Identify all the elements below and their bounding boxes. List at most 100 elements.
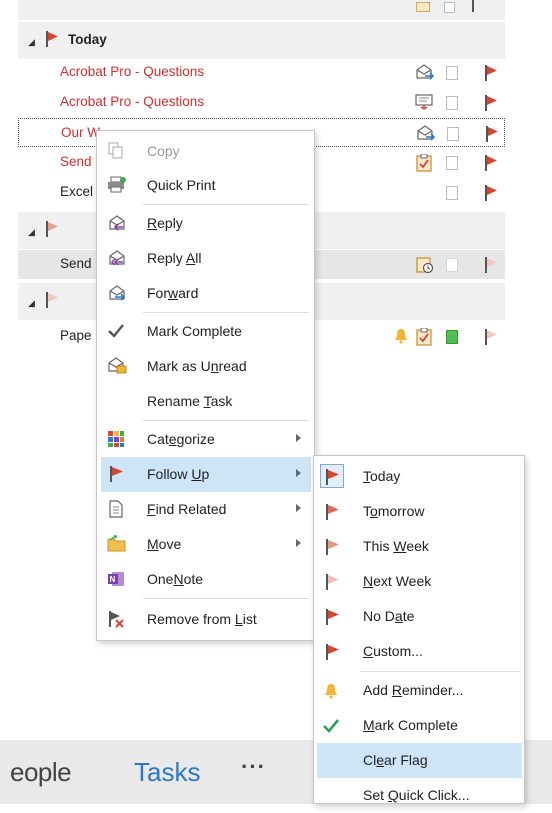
menu-item-copy[interactable]: Copy <box>101 134 311 169</box>
menu-item-forward[interactable]: Forward <box>101 276 311 311</box>
submenu-item-add-reminder[interactable]: Add Reminder... <box>317 673 522 708</box>
flag-icon[interactable] <box>485 185 497 204</box>
flag-icon <box>322 608 340 626</box>
submenu-item-next-week[interactable]: Next Week <box>317 564 522 599</box>
menu-item-move[interactable]: Move <box>101 527 311 562</box>
follow-up-submenu: Today Tomorrow This Week Next Week No Da… <box>313 455 525 804</box>
submenu-item-today[interactable]: Today <box>317 459 522 494</box>
flag-icon[interactable] <box>485 257 497 276</box>
category-box[interactable] <box>446 330 458 344</box>
menu-item-reply[interactable]: Reply <box>101 206 311 241</box>
menu-label: Remove from List <box>147 611 257 627</box>
submenu-label: No Date <box>363 608 415 624</box>
flag-icon <box>46 31 58 50</box>
submenu-item-no-date[interactable]: No Date <box>317 599 522 634</box>
task-icon <box>415 94 435 113</box>
menu-bottom-pad <box>101 600 311 601</box>
menu-separator <box>143 420 309 421</box>
flag-icon[interactable] <box>485 95 497 114</box>
flag-icon <box>46 292 58 311</box>
menu-label: Forward <box>147 285 199 301</box>
check-icon <box>107 322 125 340</box>
reply-icon <box>415 64 435 83</box>
submenu-arrow-icon <box>296 469 301 477</box>
flag-icon[interactable] <box>472 0 474 12</box>
submenu-label: Mark Complete <box>363 717 458 733</box>
flag-icon[interactable] <box>485 65 497 84</box>
flag-icon <box>322 643 340 661</box>
submenu-label: Next Week <box>363 573 432 589</box>
submenu-item-set-quick-click[interactable]: Set Quick Click... <box>317 778 522 813</box>
forward-icon <box>107 284 126 302</box>
menu-label: Mark Complete <box>147 323 242 339</box>
menu-label: Quick Print <box>147 177 216 193</box>
check-icon <box>322 717 340 735</box>
menu-label: OneNote <box>147 571 204 587</box>
task-icon <box>415 327 435 349</box>
submenu-label: Custom... <box>363 643 423 659</box>
flag-icon[interactable] <box>485 329 497 348</box>
task-subject: Acrobat Pro - Questions <box>60 64 205 79</box>
flag-icon <box>46 221 58 240</box>
task-subject: Send <box>60 256 92 271</box>
menu-item-remove-from-list[interactable]: Remove from List <box>101 602 311 637</box>
menu-item-reply-all[interactable]: Reply All <box>101 241 311 276</box>
onenote-icon: N <box>107 570 125 588</box>
menu-item-follow-up[interactable]: Follow Up <box>101 457 311 492</box>
category-box[interactable] <box>446 186 458 200</box>
group-header-today[interactable]: ◢ Today <box>18 22 505 59</box>
nav-people[interactable]: eople <box>10 757 72 788</box>
task-icon <box>415 256 435 277</box>
menu-label: Mark as Unread <box>147 358 247 374</box>
task-icon <box>416 2 430 12</box>
flag-icon <box>322 468 340 486</box>
submenu-arrow-icon <box>296 539 301 547</box>
copy-icon <box>107 142 125 160</box>
category-box[interactable] <box>444 2 455 13</box>
menu-label: Move <box>147 536 182 552</box>
menu-item-quick-print[interactable]: Quick Print <box>101 168 311 203</box>
flag-icon <box>322 503 340 521</box>
submenu-arrow-icon <box>296 504 301 512</box>
submenu-item-mark-complete[interactable]: Mark Complete <box>317 708 522 743</box>
bell-icon <box>394 328 408 347</box>
menu-item-find-related[interactable]: Find Related <box>101 492 311 527</box>
flag-icon[interactable] <box>486 126 498 145</box>
svg-text:N: N <box>110 575 116 584</box>
menu-label: Copy <box>147 143 180 159</box>
submenu-item-tomorrow[interactable]: Tomorrow <box>317 494 522 529</box>
table-row[interactable]: Acrobat Pro - Questions <box>18 88 505 117</box>
collapse-triangle-icon[interactable]: ◢ <box>28 227 35 238</box>
flag-icon[interactable] <box>485 155 497 174</box>
nav-more-button[interactable]: ··· <box>241 754 266 780</box>
menu-label: Categorize <box>147 431 215 447</box>
remove-icon <box>107 610 125 628</box>
category-box[interactable] <box>446 96 458 110</box>
collapse-triangle-icon[interactable]: ◢ <box>28 298 35 309</box>
task-subject: Acrobat Pro - Questions <box>60 94 205 109</box>
table-row[interactable]: Acrobat Pro - Questions <box>18 58 505 87</box>
group-header-previous <box>18 0 505 20</box>
menu-item-categorize[interactable]: Categorize <box>101 422 311 457</box>
group-label: Today <box>68 32 107 47</box>
submenu-item-custom[interactable]: Custom... <box>317 634 522 669</box>
collapse-triangle-icon[interactable]: ◢ <box>28 37 35 48</box>
menu-label: Follow Up <box>147 466 210 482</box>
task-subject: Our W <box>61 125 100 140</box>
task-subject: Excel <box>60 184 94 199</box>
menu-separator <box>143 598 309 599</box>
category-box[interactable] <box>446 156 458 170</box>
menu-separator <box>143 312 309 313</box>
menu-item-onenote[interactable]: N OneNote <box>101 562 311 597</box>
category-box[interactable] <box>447 127 459 141</box>
menu-item-rename-task[interactable]: Rename Task <box>101 384 311 419</box>
menu-item-mark-unread[interactable]: Mark as Unread <box>101 349 311 384</box>
category-box[interactable] <box>446 66 458 80</box>
submenu-item-clear-flag[interactable]: Clear Flag <box>317 743 522 778</box>
menu-separator <box>143 204 309 205</box>
category-box[interactable] <box>446 258 458 272</box>
nav-tasks[interactable]: Tasks <box>134 757 200 788</box>
menu-item-mark-complete[interactable]: Mark Complete <box>101 314 311 349</box>
submenu-item-this-week[interactable]: This Week <box>317 529 522 564</box>
mark-unread-icon <box>107 357 127 375</box>
